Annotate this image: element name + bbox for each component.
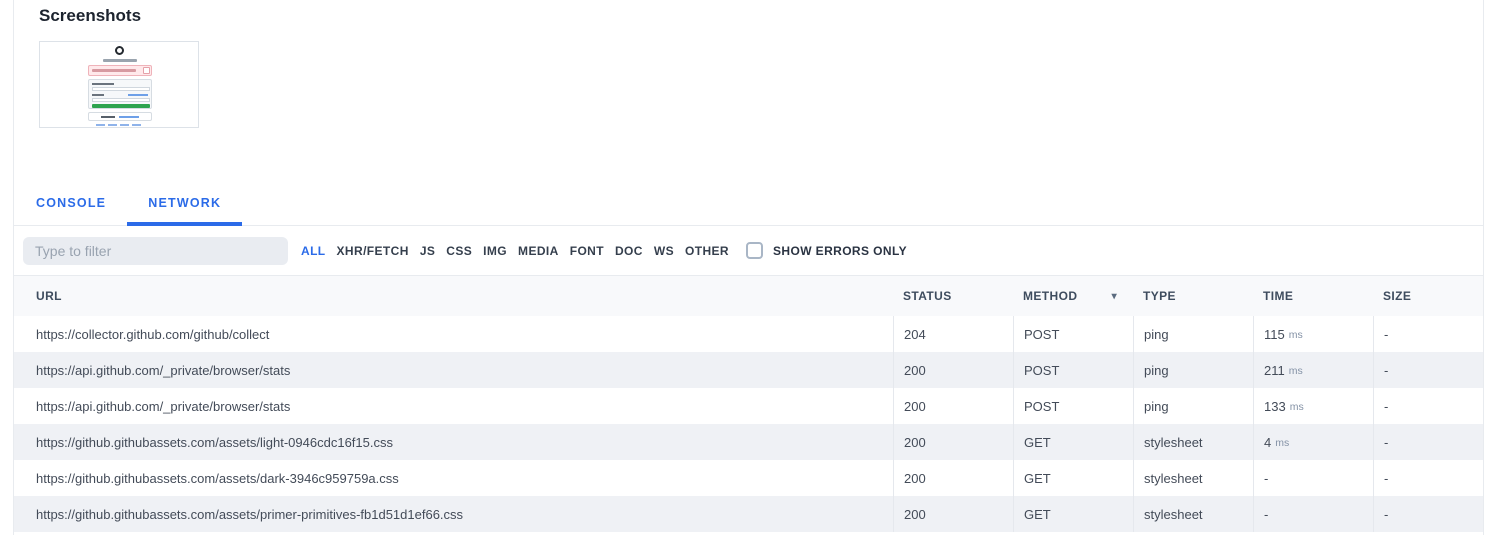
table-header-row: URLSTATUSMETHOD▾TYPETIMESIZE <box>14 276 1483 316</box>
cell-method: GET <box>1013 424 1133 460</box>
sort-arrow-icon[interactable]: ▾ <box>1112 291 1117 302</box>
tab-console[interactable]: CONSOLE <box>15 184 127 226</box>
cell-type: ping <box>1133 388 1253 424</box>
cell-url: https://github.githubassets.com/assets/p… <box>14 496 893 532</box>
filter-type-js[interactable]: JS <box>420 244 435 258</box>
screenshots-title: Screenshots <box>39 6 1483 26</box>
cell-status: 200 <box>893 460 1013 496</box>
filter-type-ws[interactable]: WS <box>654 244 674 258</box>
filter-type-other[interactable]: OTHER <box>685 244 729 258</box>
filter-type-all[interactable]: ALL <box>301 244 326 258</box>
column-header-type[interactable]: TYPE <box>1133 276 1253 316</box>
cell-type: ping <box>1133 316 1253 352</box>
resource-type-filters: ALL XHR/FETCH JS CSS IMG MEDIA FONT DOC WS OTHER <box>301 244 729 258</box>
show-errors-only-label: SHOW ERRORS ONLY <box>773 244 907 258</box>
cell-time: 211ms <box>1253 352 1373 388</box>
network-requests-table: URLSTATUSMETHOD▾TYPETIMESIZE https://col… <box>14 276 1483 532</box>
cell-url: https://github.githubassets.com/assets/l… <box>14 424 893 460</box>
cell-status: 200 <box>893 424 1013 460</box>
cell-size: - <box>1373 460 1483 496</box>
show-errors-only-checkbox[interactable] <box>746 242 763 259</box>
cell-url: https://collector.github.com/github/coll… <box>14 316 893 352</box>
tab-network[interactable]: NETWORK <box>127 184 242 226</box>
cell-url: https://api.github.com/_private/browser/… <box>14 388 893 424</box>
filter-type-css[interactable]: CSS <box>446 244 472 258</box>
cell-method: GET <box>1013 496 1133 532</box>
time-unit: ms <box>1275 435 1289 449</box>
cell-size: - <box>1373 424 1483 460</box>
cell-status: 200 <box>893 388 1013 424</box>
cell-status: 200 <box>893 496 1013 532</box>
thumb-error-banner <box>88 65 152 76</box>
cell-method: GET <box>1013 460 1133 496</box>
table-row[interactable]: https://api.github.com/_private/browser/… <box>14 352 1483 388</box>
filter-type-font[interactable]: FONT <box>570 244 604 258</box>
cell-method: POST <box>1013 388 1133 424</box>
thumb-login-form <box>88 79 152 109</box>
cell-status: 200 <box>893 352 1013 388</box>
cell-time: 115ms <box>1253 316 1373 352</box>
cell-size: - <box>1373 352 1483 388</box>
table-body: https://collector.github.com/github/coll… <box>14 316 1483 532</box>
column-header-size[interactable]: SIZE <box>1373 276 1483 316</box>
table-row[interactable]: https://github.githubassets.com/assets/l… <box>14 424 1483 460</box>
table-row[interactable]: https://github.githubassets.com/assets/p… <box>14 496 1483 532</box>
cell-type: stylesheet <box>1133 424 1253 460</box>
filter-type-img[interactable]: IMG <box>483 244 507 258</box>
thumb-footer-links <box>96 124 144 126</box>
cell-time: - <box>1253 460 1373 496</box>
cell-time: 133ms <box>1253 388 1373 424</box>
column-header-url[interactable]: URL <box>14 276 893 316</box>
column-header-method[interactable]: METHOD▾ <box>1013 276 1133 316</box>
cell-time: - <box>1253 496 1373 532</box>
column-header-status[interactable]: STATUS <box>893 276 1013 316</box>
cell-method: POST <box>1013 352 1133 388</box>
cell-url: https://api.github.com/_private/browser/… <box>14 352 893 388</box>
time-unit: ms <box>1290 399 1304 413</box>
column-header-time[interactable]: TIME <box>1253 276 1373 316</box>
thumb-create-account-box <box>88 112 152 121</box>
panel-tabs: CONSOLENETWORK <box>14 184 1483 226</box>
cell-time: 4ms <box>1253 424 1373 460</box>
thumb-signin-button <box>92 104 150 108</box>
time-unit: ms <box>1289 363 1303 377</box>
table-row[interactable]: https://collector.github.com/github/coll… <box>14 316 1483 352</box>
filter-type-doc[interactable]: DOC <box>615 244 643 258</box>
cell-size: - <box>1373 388 1483 424</box>
cell-status: 204 <box>893 316 1013 352</box>
table-row[interactable]: https://api.github.com/_private/browser/… <box>14 388 1483 424</box>
thumb-close-icon <box>143 67 150 74</box>
cell-size: - <box>1373 496 1483 532</box>
table-row[interactable]: https://github.githubassets.com/assets/d… <box>14 460 1483 496</box>
devtools-panel: Screenshots CONSOLENETWORK ALL XHR/FETCH J… <box>13 0 1484 535</box>
cell-size: - <box>1373 316 1483 352</box>
network-filter-bar: ALLXHR/FETCHJSCSSIMGMEDIAFONTDOCWSOTHER … <box>14 226 1483 276</box>
screenshot-thumbnail[interactable] <box>39 41 199 128</box>
cell-url: https://github.githubassets.com/assets/d… <box>14 460 893 496</box>
cell-method: POST <box>1013 316 1133 352</box>
filter-type-media[interactable]: MEDIA <box>518 244 559 258</box>
thumb-signin-title <box>103 59 137 62</box>
filter-input[interactable] <box>23 237 288 265</box>
time-unit: ms <box>1289 327 1303 341</box>
github-logo-icon <box>115 46 124 55</box>
cell-type: stylesheet <box>1133 460 1253 496</box>
filter-type-xhr-fetch[interactable]: XHR/FETCH <box>337 244 409 258</box>
cell-type: ping <box>1133 352 1253 388</box>
cell-type: stylesheet <box>1133 496 1253 532</box>
